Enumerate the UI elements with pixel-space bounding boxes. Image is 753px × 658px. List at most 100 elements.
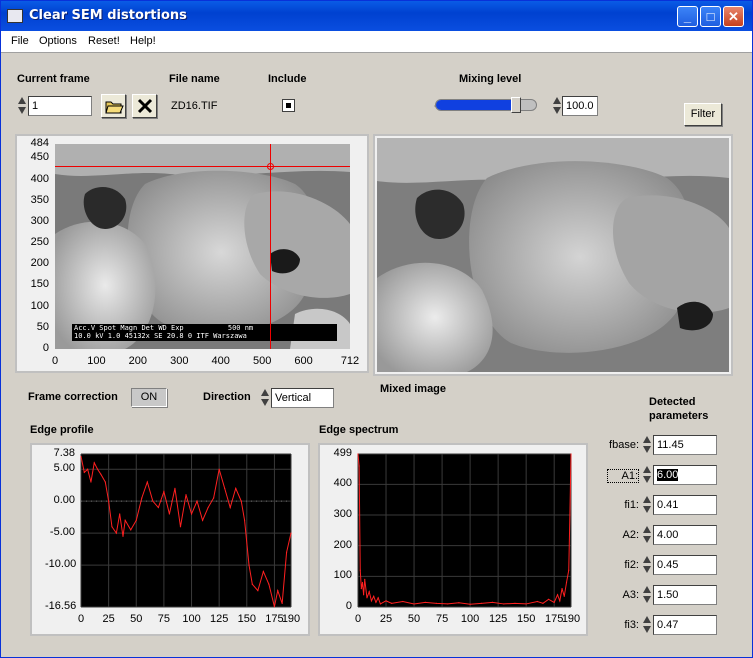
edge-profile-chart[interactable] [80, 453, 292, 608]
edge-spectrum-data-point [377, 597, 379, 599]
menu-bar: File Options Reset! Help! [1, 31, 752, 53]
sem-image[interactable]: Acc.V Spot Magn Det WD Exp 500 nm 10.0 k… [55, 144, 350, 349]
current-frame-spinner[interactable] [18, 96, 27, 116]
mixing-level-spinner[interactable] [553, 96, 562, 116]
minimize-button[interactable]: _ [677, 6, 698, 27]
direction-select[interactable]: Vertical [271, 388, 334, 408]
param-value-input[interactable]: 0.45 [653, 555, 717, 575]
edge-profile-data-point [257, 590, 259, 592]
edge-profile-data-point [100, 473, 102, 475]
maximize-icon: □ [706, 9, 715, 24]
sem-x-tick: 600 [294, 355, 313, 367]
param-spinner[interactable] [643, 585, 652, 605]
window-title: Clear SEM distortions [29, 8, 187, 23]
edge-profile-x-tick: 25 [102, 613, 115, 625]
param-spinner[interactable] [643, 615, 652, 635]
maximize-button[interactable]: □ [700, 6, 721, 27]
param-label: A1: [607, 469, 639, 483]
edge-spectrum-y-tick: 400 [333, 477, 352, 490]
sem-x-tick: 300 [170, 355, 189, 367]
edge-profile-data-point [251, 583, 253, 585]
mixing-level-input[interactable]: 100.0 [562, 96, 598, 116]
param-spinner[interactable] [643, 495, 652, 515]
sem-x-tick: 100 [87, 355, 106, 367]
param-spinner[interactable] [643, 555, 652, 575]
edge-spectrum-data-point [360, 588, 362, 590]
open-file-button[interactable] [101, 94, 126, 118]
edge-profile-y-tick: -16.56 [45, 600, 77, 612]
edge-profile-y-tick: 0.00 [53, 494, 75, 507]
param-value-input[interactable]: 6.00 [653, 465, 717, 485]
app-window: Clear SEM distortions _ □ ✕ File Options… [0, 0, 753, 658]
cursor-horizontal-line[interactable] [55, 166, 350, 167]
edge-profile-data-point [83, 471, 85, 474]
param-value-input[interactable]: 4.00 [653, 525, 717, 545]
edge-spectrum-data-point [366, 597, 368, 599]
edge-spectrum-data-point [565, 581, 568, 584]
edge-spectrum-data-point [379, 603, 382, 605]
param-spinner[interactable] [643, 525, 652, 545]
menu-help[interactable]: Help! [130, 35, 156, 47]
edge-profile-data-point [201, 519, 204, 521]
edge-spectrum-data-point [553, 601, 555, 604]
edge-spectrum-data-point [569, 514, 571, 516]
edge-profile-data-point [240, 500, 242, 502]
edge-profile-data-point [179, 526, 182, 528]
title-bar[interactable]: Clear SEM distortions _ □ ✕ [1, 1, 752, 31]
include-checkbox[interactable] [282, 99, 295, 112]
cursor-crosshair[interactable] [267, 163, 274, 170]
param-spinner[interactable] [643, 465, 652, 485]
edge-profile-data-point [90, 481, 92, 483]
edge-spectrum-data-point [359, 569, 361, 571]
edge-profile-data-point [277, 590, 279, 592]
edge-profile-data-point [190, 513, 193, 515]
sem-y-tick: 250 [30, 236, 49, 249]
edge-spectrum-y-tick: 499 [333, 447, 352, 459]
edge-profile-data-point [285, 551, 288, 553]
edge-spectrum-data-point [514, 602, 516, 604]
param-label: fbase: [609, 439, 639, 451]
param-spinner[interactable] [643, 435, 652, 455]
edge-spectrum-title: Edge spectrum [319, 424, 399, 436]
param-value-input[interactable]: 0.41 [653, 495, 717, 515]
menu-file[interactable]: File [11, 35, 29, 47]
param-value-input[interactable]: 1.50 [653, 585, 717, 605]
edge-profile-data-point [108, 500, 110, 502]
mixing-level-label: Mixing level [459, 73, 522, 85]
edge-profile-data-point [224, 487, 226, 489]
sem-info-bar: Acc.V Spot Magn Det WD Exp 500 nm 10.0 k… [72, 324, 337, 341]
edge-spectrum-x-tick: 0 [354, 613, 362, 625]
edge-profile-x-tick: 125 [209, 613, 229, 625]
param-value-input[interactable]: 11.45 [653, 435, 717, 455]
edge-profile-data-point [243, 519, 246, 521]
filter-button[interactable]: Filter [684, 103, 722, 126]
edge-spectrum-x-tick: 100 [460, 613, 480, 625]
file-name-label: File name [169, 73, 220, 85]
edge-profile-x-tick: 50 [130, 613, 143, 625]
current-frame-input[interactable]: 1 [28, 96, 92, 116]
mixing-level-thumb[interactable] [511, 97, 521, 113]
edge-profile-data-point [115, 532, 117, 534]
cursor-vertical-line[interactable] [270, 144, 271, 349]
edge-profile-data-point [235, 487, 237, 489]
remove-frame-button[interactable] [132, 94, 157, 118]
mixed-image[interactable] [377, 138, 729, 372]
param-label: fi3: [624, 619, 639, 631]
menu-reset[interactable]: Reset! [88, 35, 120, 47]
frame-correction-toggle[interactable]: ON [131, 388, 167, 407]
mixing-level-fill [436, 100, 516, 110]
close-window-button[interactable]: ✕ [723, 6, 744, 27]
edge-profile-data-point [196, 500, 198, 502]
edge-spectrum-data-point [370, 600, 373, 602]
param-value-input[interactable]: 0.47 [653, 615, 717, 635]
edge-spectrum-data-point [536, 600, 538, 603]
app-icon[interactable] [7, 9, 23, 23]
edge-profile-x-tick: 150 [237, 613, 256, 625]
edge-spectrum-data-point [568, 569, 570, 571]
menu-options[interactable]: Options [39, 35, 77, 47]
edge-profile-y-tick: 7.38 [53, 447, 75, 459]
edge-spectrum-data-point [458, 602, 460, 604]
edge-spectrum-chart[interactable] [357, 453, 572, 608]
mixing-level-slider[interactable] [435, 97, 537, 113]
direction-spinner[interactable] [261, 388, 270, 408]
